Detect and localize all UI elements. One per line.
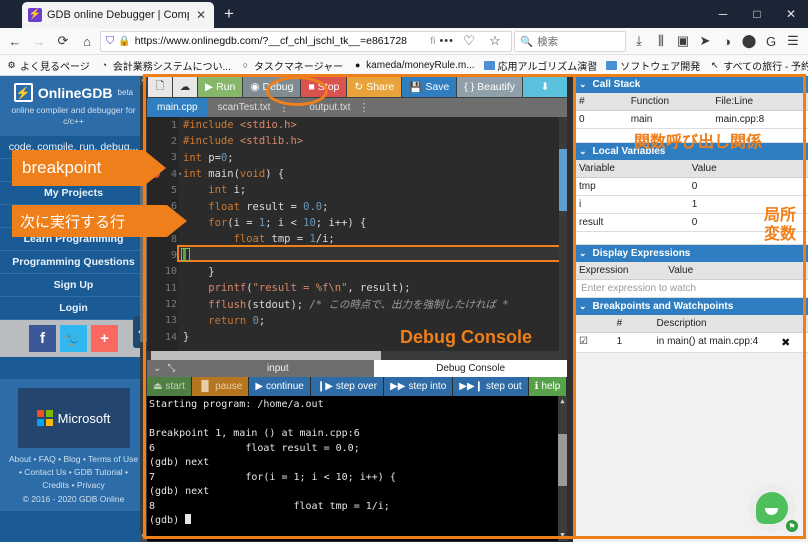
sidebar-logo[interactable]: ⚡ OnlineGDB beta online compiler and deb… (0, 76, 147, 137)
bookmark-star-icon[interactable]: ☆ (484, 30, 506, 52)
sidebar-toggle-icon[interactable]: ▣ (672, 30, 694, 52)
url-text-truncated: fi (430, 35, 436, 47)
pocket-icon[interactable]: ♡ (458, 30, 480, 52)
footer-copyright: © 2016 - 2020 GDB Online (22, 493, 125, 504)
folder-icon (606, 60, 618, 70)
bookmark-label: タスクマネージャー (253, 61, 344, 73)
sidebar-ad[interactable]: Microsoft About • FAQ • Blog • Terms of … (0, 379, 147, 511)
annotation-label-breakpoint: breakpoint (22, 158, 102, 177)
new-tab-button[interactable]: + (224, 4, 234, 28)
sidebar-item-sign-up[interactable]: Sign Up (0, 274, 147, 298)
annotation-label-next-line: 次に実行する行 (20, 213, 126, 231)
close-icon[interactable]: ✕ (194, 8, 208, 22)
brand-name: OnlineGDB (37, 84, 113, 101)
container-icon[interactable]: ⬤ (738, 30, 760, 52)
site-icon: ● (354, 60, 361, 70)
forward-icon[interactable]: → (28, 30, 50, 52)
bookmark-folder[interactable]: ソフトウェア開発 (606, 58, 700, 73)
annotation-arrowhead-breakpoint (144, 150, 166, 186)
address-bar[interactable]: ⛉ 🔒 https://www.onlinegdb.com/?__cf_chl_… (100, 30, 512, 52)
annotation-frame-debug-panel (573, 74, 806, 539)
annotation-circle-debug-button (266, 76, 328, 106)
minimize-icon[interactable]: ─ (706, 0, 740, 28)
lightning-icon: ⚡ (13, 83, 33, 102)
footer-line-1[interactable]: About • FAQ • Blog • Terms of Use (4, 453, 143, 466)
page-actions-icon[interactable]: ••• (439, 35, 454, 47)
site-sidebar: ⚡ OnlineGDB beta online compiler and deb… (0, 76, 147, 542)
browser-navbar: ← → ⟳ ⌂ ⛉ 🔒 https://www.onlinegdb.com/?_… (0, 28, 808, 55)
bookmarks-bar: ⚙ よく見るページ ◔ 会計業務システムについ... ○ タスクマネージャー ●… (0, 55, 808, 76)
site-icon: ↖ (710, 59, 719, 70)
account-icon[interactable]: ◑ (716, 30, 738, 52)
onlinegdb-favicon: ⚡ (28, 8, 42, 22)
ad-label: Microsoft (57, 410, 111, 426)
sidebar-footer: About • FAQ • Blog • Terms of Use • Cont… (0, 448, 147, 511)
browser-tab-title: GDB online Debugger | Compil (47, 9, 189, 21)
home-icon[interactable]: ⌂ (76, 30, 98, 52)
maximize-icon[interactable]: □ (740, 0, 774, 28)
browser-tabstrip: ⚡ GDB online Debugger | Compil ✕ + (22, 2, 234, 28)
url-text: https://www.onlinegdb.com/?__cf_chl_jsch… (134, 35, 408, 47)
back-icon[interactable]: ← (4, 30, 26, 52)
beta-badge: beta (117, 88, 134, 97)
browser-tab-active[interactable]: ⚡ GDB online Debugger | Compil ✕ (22, 2, 214, 28)
annotation-frame-ide (143, 74, 576, 539)
search-icon: 🔍 (520, 35, 534, 48)
bookmark-item[interactable]: ↖ すべての旅行 - 予約の確... (709, 58, 808, 73)
site-icon: ○ (242, 60, 249, 70)
bookmark-label: すべての旅行 - 予約の確... (723, 61, 808, 73)
site-icon: ◔ (101, 60, 108, 70)
annotation-arrow-breakpoint: breakpoint (12, 150, 144, 186)
facebook-icon[interactable]: f (29, 325, 56, 353)
sidebar-item-programming-questions[interactable]: Programming Questions (0, 251, 147, 275)
browser-tool-icons: ⤓ ⫼ ▣ ➤ ◑ ⬤ G ☰ (628, 30, 804, 52)
bookmark-label: よく見るページ (20, 61, 90, 73)
shield-icon[interactable]: ⛉ (106, 35, 114, 48)
screen: ⚡ GDB online Debugger | Compil ✕ + ─ □ ✕… (0, 0, 808, 542)
library-icon[interactable]: ⫼ (650, 30, 672, 52)
microsoft-logo-icon (36, 410, 53, 427)
footer-line-2[interactable]: • Contact Us • GDB Tutorial • (4, 466, 143, 479)
bookmark-label: kameda/moneyRule.m... (366, 59, 475, 71)
bookmark-item[interactable]: ⚙ よく見るページ (6, 58, 90, 73)
pointer-icon[interactable]: ➤ (694, 30, 716, 52)
brand-subtitle: online compiler and debugger for c/c++ (11, 105, 136, 127)
sidebar-spacer (0, 357, 147, 380)
bookmark-item[interactable]: ◔ 会計業務システムについ... (99, 58, 231, 73)
lock-icon: 🔒 (118, 35, 131, 47)
share-more-icon[interactable]: + (91, 325, 118, 353)
twitter-icon[interactable]: 🐦 (60, 325, 87, 353)
browser-menu-icon[interactable]: ☰ (782, 30, 804, 52)
annotation-arrow-next-line: 次に実行する行 (12, 205, 167, 237)
bookmark-label: ソフトウェア開発 (620, 61, 701, 73)
bookmark-label: 会計業務システムについ... (112, 61, 231, 73)
downloads-icon[interactable]: ⤓ (628, 30, 650, 52)
window-close-icon[interactable]: ✕ (774, 0, 808, 28)
browser-titlebar: ⚡ GDB online Debugger | Compil ✕ + ─ □ ✕ (0, 0, 808, 28)
bookmark-label: 応用アルゴリズム演習 (497, 61, 598, 73)
reload-icon[interactable]: ⟳ (52, 30, 74, 52)
bookmark-folder[interactable]: 応用アルゴリズム演習 (483, 58, 598, 73)
sidebar-item-login[interactable]: Login (0, 297, 147, 321)
social-links: f 🐦 + (0, 320, 147, 358)
window-controls: ─ □ ✕ (706, 0, 808, 28)
bookmark-item[interactable]: ● kameda/moneyRule.m... (352, 59, 475, 71)
folder-icon (483, 60, 495, 70)
search-input[interactable]: 🔍 検索 (514, 30, 626, 52)
footer-line-3[interactable]: Credits • Privacy (4, 479, 143, 492)
gear-icon: ⚙ (7, 59, 16, 70)
sync-icon[interactable]: G (760, 30, 782, 52)
annotation-arrowhead-next-line (167, 205, 187, 237)
search-placeholder: 検索 (537, 35, 559, 48)
bookmark-item[interactable]: ○ タスクマネージャー (240, 58, 344, 73)
